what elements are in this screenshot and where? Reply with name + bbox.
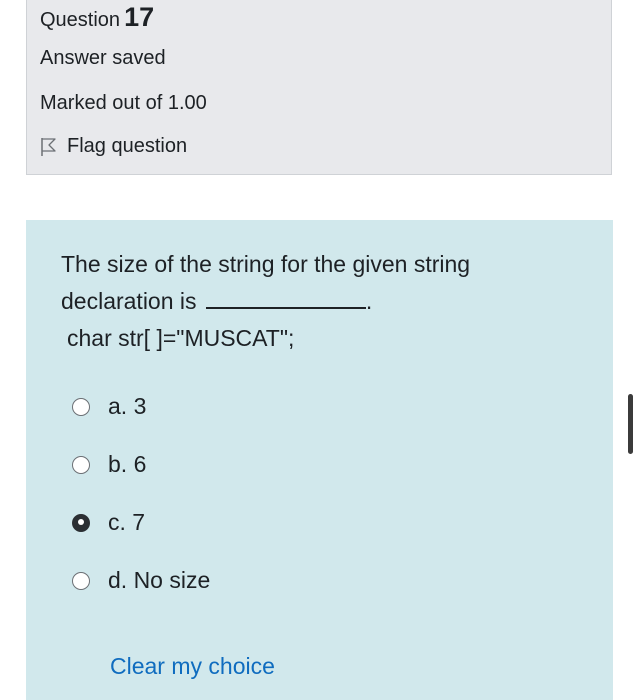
flag-icon bbox=[41, 137, 56, 156]
answer-label-a: a. 3 bbox=[108, 393, 147, 419]
question-text: The size of the string for the given str… bbox=[61, 246, 561, 357]
radio-button-a[interactable] bbox=[72, 397, 90, 416]
answer-option-c[interactable]: c. 7 bbox=[72, 509, 145, 536]
answer-label-c: c. 7 bbox=[108, 509, 146, 535]
radio-button-b[interactable] bbox=[72, 455, 90, 474]
radio-button-d[interactable] bbox=[72, 571, 90, 590]
scrollbar[interactable] bbox=[628, 394, 633, 454]
question-code: char str[ ]="MUSCAT"; bbox=[67, 325, 295, 351]
answer-label-d: d. No size bbox=[108, 567, 211, 593]
answer-blank bbox=[205, 307, 366, 309]
flag-question-label: Flag question bbox=[67, 135, 188, 157]
question-text-line-1: The size of the string for the given str… bbox=[61, 251, 471, 277]
question-label: Question bbox=[40, 9, 121, 31]
quiz-page: Question 17 Answer saved Marked out of 1.… bbox=[0, 0, 640, 700]
question-info-panel: Question 17 Answer saved Marked out of 1.… bbox=[26, 0, 612, 175]
clear-choice-link[interactable]: Clear my choice bbox=[110, 653, 275, 680]
question-text-line-2: declaration is . bbox=[61, 283, 561, 320]
grade-info: Marked out of 1.00 bbox=[40, 92, 207, 114]
answer-option-b[interactable]: b. 6 bbox=[72, 451, 146, 478]
question-text-prefix: declaration is bbox=[61, 288, 197, 314]
answer-option-a[interactable]: a. 3 bbox=[72, 393, 146, 420]
answer-state: Answer saved bbox=[40, 47, 166, 69]
answer-option-d[interactable]: d. No size bbox=[72, 567, 210, 594]
flag-question-toggle[interactable]: Flag question bbox=[40, 135, 187, 158]
question-text-suffix: . bbox=[365, 288, 373, 314]
question-number: 17 bbox=[124, 2, 155, 32]
answer-label-b: b. 6 bbox=[108, 451, 147, 477]
radio-button-c[interactable] bbox=[72, 513, 90, 532]
question-number-heading: Question 17 bbox=[40, 2, 154, 33]
question-formulation: The size of the string for the given str… bbox=[26, 220, 613, 700]
